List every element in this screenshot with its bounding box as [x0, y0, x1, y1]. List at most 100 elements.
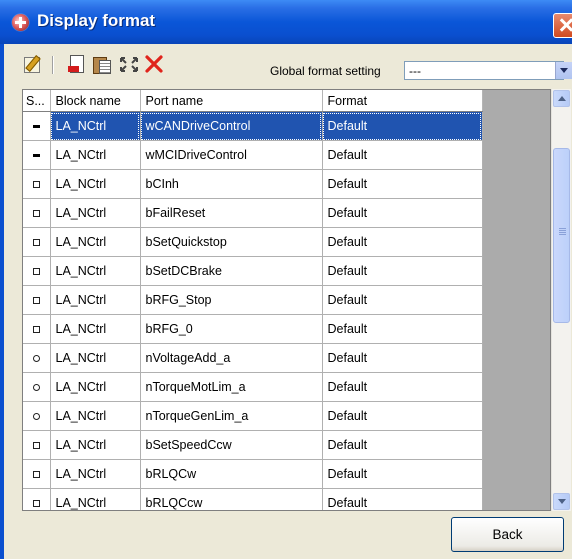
format-cell[interactable]: Default: [322, 285, 483, 315]
port-name-cell[interactable]: bRFG_0: [140, 314, 323, 344]
format-cell[interactable]: Default: [322, 343, 483, 373]
table-row[interactable]: LA_NCtrl bSetSpeedCcw Default: [23, 430, 483, 460]
block-name-cell[interactable]: LA_NCtrl: [50, 343, 141, 373]
block-name-cell[interactable]: LA_NCtrl: [50, 459, 141, 489]
table-row[interactable]: LA_NCtrl bCInh Default: [23, 169, 483, 199]
status-cell[interactable]: [23, 140, 51, 170]
format-cell[interactable]: Default: [322, 430, 483, 460]
format-cell[interactable]: Default: [322, 372, 483, 402]
status-cell[interactable]: [23, 372, 51, 402]
status-cell[interactable]: [23, 198, 51, 228]
port-name-cell[interactable]: nVoltageAdd_a: [140, 343, 323, 373]
expand-icon[interactable]: [119, 54, 139, 74]
port-name-cell[interactable]: wCANDriveControl: [140, 111, 323, 141]
status-cell[interactable]: [23, 256, 51, 286]
format-cell[interactable]: Default: [322, 227, 483, 257]
format-cell[interactable]: Default: [322, 459, 483, 489]
format-cell[interactable]: Default: [322, 401, 483, 431]
table-row[interactable]: LA_NCtrl bSetQuickstop Default: [23, 227, 483, 257]
block-name-cell[interactable]: LA_NCtrl: [50, 256, 141, 286]
window-title: Display format: [37, 11, 156, 30]
format-cell[interactable]: Default: [322, 314, 483, 344]
table-row[interactable]: LA_NCtrl wMCIDriveControl Default: [23, 140, 483, 170]
scroll-down-icon[interactable]: [553, 493, 570, 510]
bar-indicator-icon: [32, 154, 40, 158]
column-header-format[interactable]: Format: [322, 90, 483, 112]
port-name-cell[interactable]: bFailReset: [140, 198, 323, 228]
square-indicator-icon: [32, 210, 40, 218]
format-cell[interactable]: Default: [322, 140, 483, 170]
block-name-cell[interactable]: LA_NCtrl: [50, 111, 141, 141]
delete-icon[interactable]: [144, 54, 164, 74]
document-icon[interactable]: [67, 54, 87, 74]
table-row[interactable]: LA_NCtrl bRLQCcw Default: [23, 488, 483, 510]
table-row[interactable]: LA_NCtrl nTorqueGenLim_a Default: [23, 401, 483, 431]
table-row[interactable]: LA_NCtrl nTorqueMotLim_a Default: [23, 372, 483, 402]
table-row[interactable]: LA_NCtrl bFailReset Default: [23, 198, 483, 228]
block-name-cell[interactable]: LA_NCtrl: [50, 314, 141, 344]
square-indicator-icon: [32, 471, 40, 479]
close-button[interactable]: [553, 13, 572, 38]
paste-icon[interactable]: [92, 54, 112, 74]
table-row[interactable]: LA_NCtrl bRFG_0 Default: [23, 314, 483, 344]
status-cell[interactable]: [23, 227, 51, 257]
port-grid: S... Block name Port name Format LA_NCtr…: [22, 89, 551, 511]
block-name-cell[interactable]: LA_NCtrl: [50, 401, 141, 431]
block-name-cell[interactable]: LA_NCtrl: [50, 488, 141, 510]
status-cell[interactable]: [23, 430, 51, 460]
port-name-cell[interactable]: wMCIDriveControl: [140, 140, 323, 170]
square-indicator-icon: [32, 326, 40, 334]
app-icon: [12, 14, 29, 31]
dropdown-arrow-icon[interactable]: [555, 62, 572, 79]
block-name-cell[interactable]: LA_NCtrl: [50, 372, 141, 402]
format-cell[interactable]: Default: [322, 488, 483, 510]
port-name-cell[interactable]: bSetQuickstop: [140, 227, 323, 257]
column-header-port-name[interactable]: Port name: [140, 90, 323, 112]
scroll-thumb[interactable]: [553, 148, 570, 323]
table-row[interactable]: LA_NCtrl bRLQCw Default: [23, 459, 483, 489]
table-row[interactable]: LA_NCtrl bSetDCBrake Default: [23, 256, 483, 286]
status-cell[interactable]: [23, 343, 51, 373]
port-name-cell[interactable]: bRFG_Stop: [140, 285, 323, 315]
table-row[interactable]: LA_NCtrl wCANDriveControl Default: [23, 111, 483, 141]
status-cell[interactable]: [23, 314, 51, 344]
block-name-cell[interactable]: LA_NCtrl: [50, 140, 141, 170]
format-cell[interactable]: Default: [322, 198, 483, 228]
table-row[interactable]: LA_NCtrl nVoltageAdd_a Default: [23, 343, 483, 373]
status-cell[interactable]: [23, 169, 51, 199]
port-name-cell[interactable]: nTorqueGenLim_a: [140, 401, 323, 431]
status-cell[interactable]: [23, 488, 51, 510]
status-cell[interactable]: [23, 401, 51, 431]
status-cell[interactable]: [23, 459, 51, 489]
block-name-cell[interactable]: LA_NCtrl: [50, 169, 141, 199]
global-format-label: Global format setting: [270, 64, 381, 78]
format-cell[interactable]: Default: [322, 169, 483, 199]
global-format-value: ---: [409, 64, 421, 78]
port-name-cell[interactable]: bSetDCBrake: [140, 256, 323, 286]
port-name-cell[interactable]: nTorqueMotLim_a: [140, 372, 323, 402]
toolbar-separator: [52, 56, 54, 74]
column-header-status[interactable]: S...: [23, 90, 51, 112]
format-cell[interactable]: Default: [322, 256, 483, 286]
block-name-cell[interactable]: LA_NCtrl: [50, 285, 141, 315]
scroll-up-icon[interactable]: [553, 90, 570, 107]
back-button[interactable]: Back: [451, 517, 564, 552]
vertical-scrollbar[interactable]: [551, 89, 571, 511]
block-name-cell[interactable]: LA_NCtrl: [50, 227, 141, 257]
block-name-cell[interactable]: LA_NCtrl: [50, 430, 141, 460]
global-format-select[interactable]: ---: [404, 61, 564, 80]
port-name-cell[interactable]: bCInh: [140, 169, 323, 199]
format-cell[interactable]: Default: [322, 111, 483, 141]
toolbar: Global format setting ---: [0, 44, 572, 84]
column-header-block-name[interactable]: Block name: [50, 90, 141, 112]
status-cell[interactable]: [23, 285, 51, 315]
port-name-cell[interactable]: bRLQCw: [140, 459, 323, 489]
header-row: S... Block name Port name Format: [23, 90, 483, 112]
square-indicator-icon: [32, 268, 40, 276]
port-name-cell[interactable]: bRLQCcw: [140, 488, 323, 510]
edit-icon[interactable]: [22, 54, 42, 74]
table-row[interactable]: LA_NCtrl bRFG_Stop Default: [23, 285, 483, 315]
block-name-cell[interactable]: LA_NCtrl: [50, 198, 141, 228]
port-name-cell[interactable]: bSetSpeedCcw: [140, 430, 323, 460]
status-cell[interactable]: [23, 111, 51, 141]
